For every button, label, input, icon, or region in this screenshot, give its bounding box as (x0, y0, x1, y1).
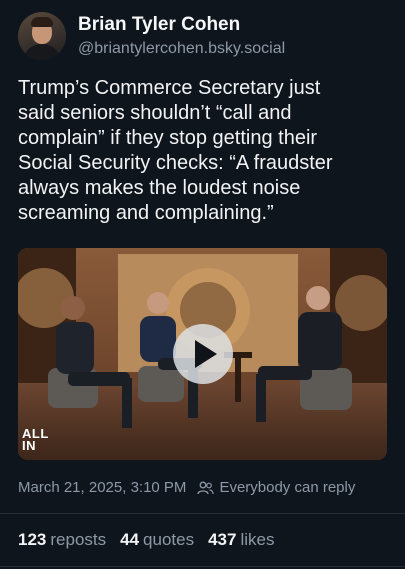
likes-label: likes (240, 530, 275, 549)
author-handle[interactable]: @briantylercohen.bsky.social (78, 38, 285, 60)
post-meta: March 21, 2025, 3:10 PM Everybody can re… (18, 479, 355, 496)
post-stats: 123 reposts 44 quotes 437 likes (18, 530, 288, 550)
avatar[interactable] (18, 12, 66, 60)
post-text: Trump’s Commerce Secretary just said sen… (18, 77, 333, 224)
play-button[interactable] (173, 324, 233, 384)
post-header: Brian Tyler Cohen @briantylercohen.bsky.… (18, 12, 285, 60)
reply-setting[interactable]: Everybody can reply (219, 479, 355, 496)
post-timestamp[interactable]: March 21, 2025, 3:10 PM (18, 479, 186, 496)
play-icon (195, 340, 217, 368)
quotes-count: 44 (120, 530, 140, 549)
likes-stat[interactable]: 437 likes (208, 530, 274, 550)
author-display-name[interactable]: Brian Tyler Cohen (78, 13, 285, 37)
video-watermark: ALL IN (22, 426, 49, 453)
divider-bottom (0, 566, 405, 567)
quotes-label: quotes (143, 530, 195, 549)
people-icon (197, 481, 215, 494)
reposts-label: reposts (50, 530, 107, 549)
reposts-count: 123 (18, 530, 47, 549)
reposts-stat[interactable]: 123 reposts (18, 530, 106, 550)
author-info: Brian Tyler Cohen @briantylercohen.bsky.… (78, 13, 285, 60)
likes-count: 437 (208, 530, 237, 549)
video-player[interactable]: ALL IN (18, 248, 387, 460)
divider (0, 513, 405, 514)
quotes-stat[interactable]: 44 quotes (120, 530, 194, 550)
